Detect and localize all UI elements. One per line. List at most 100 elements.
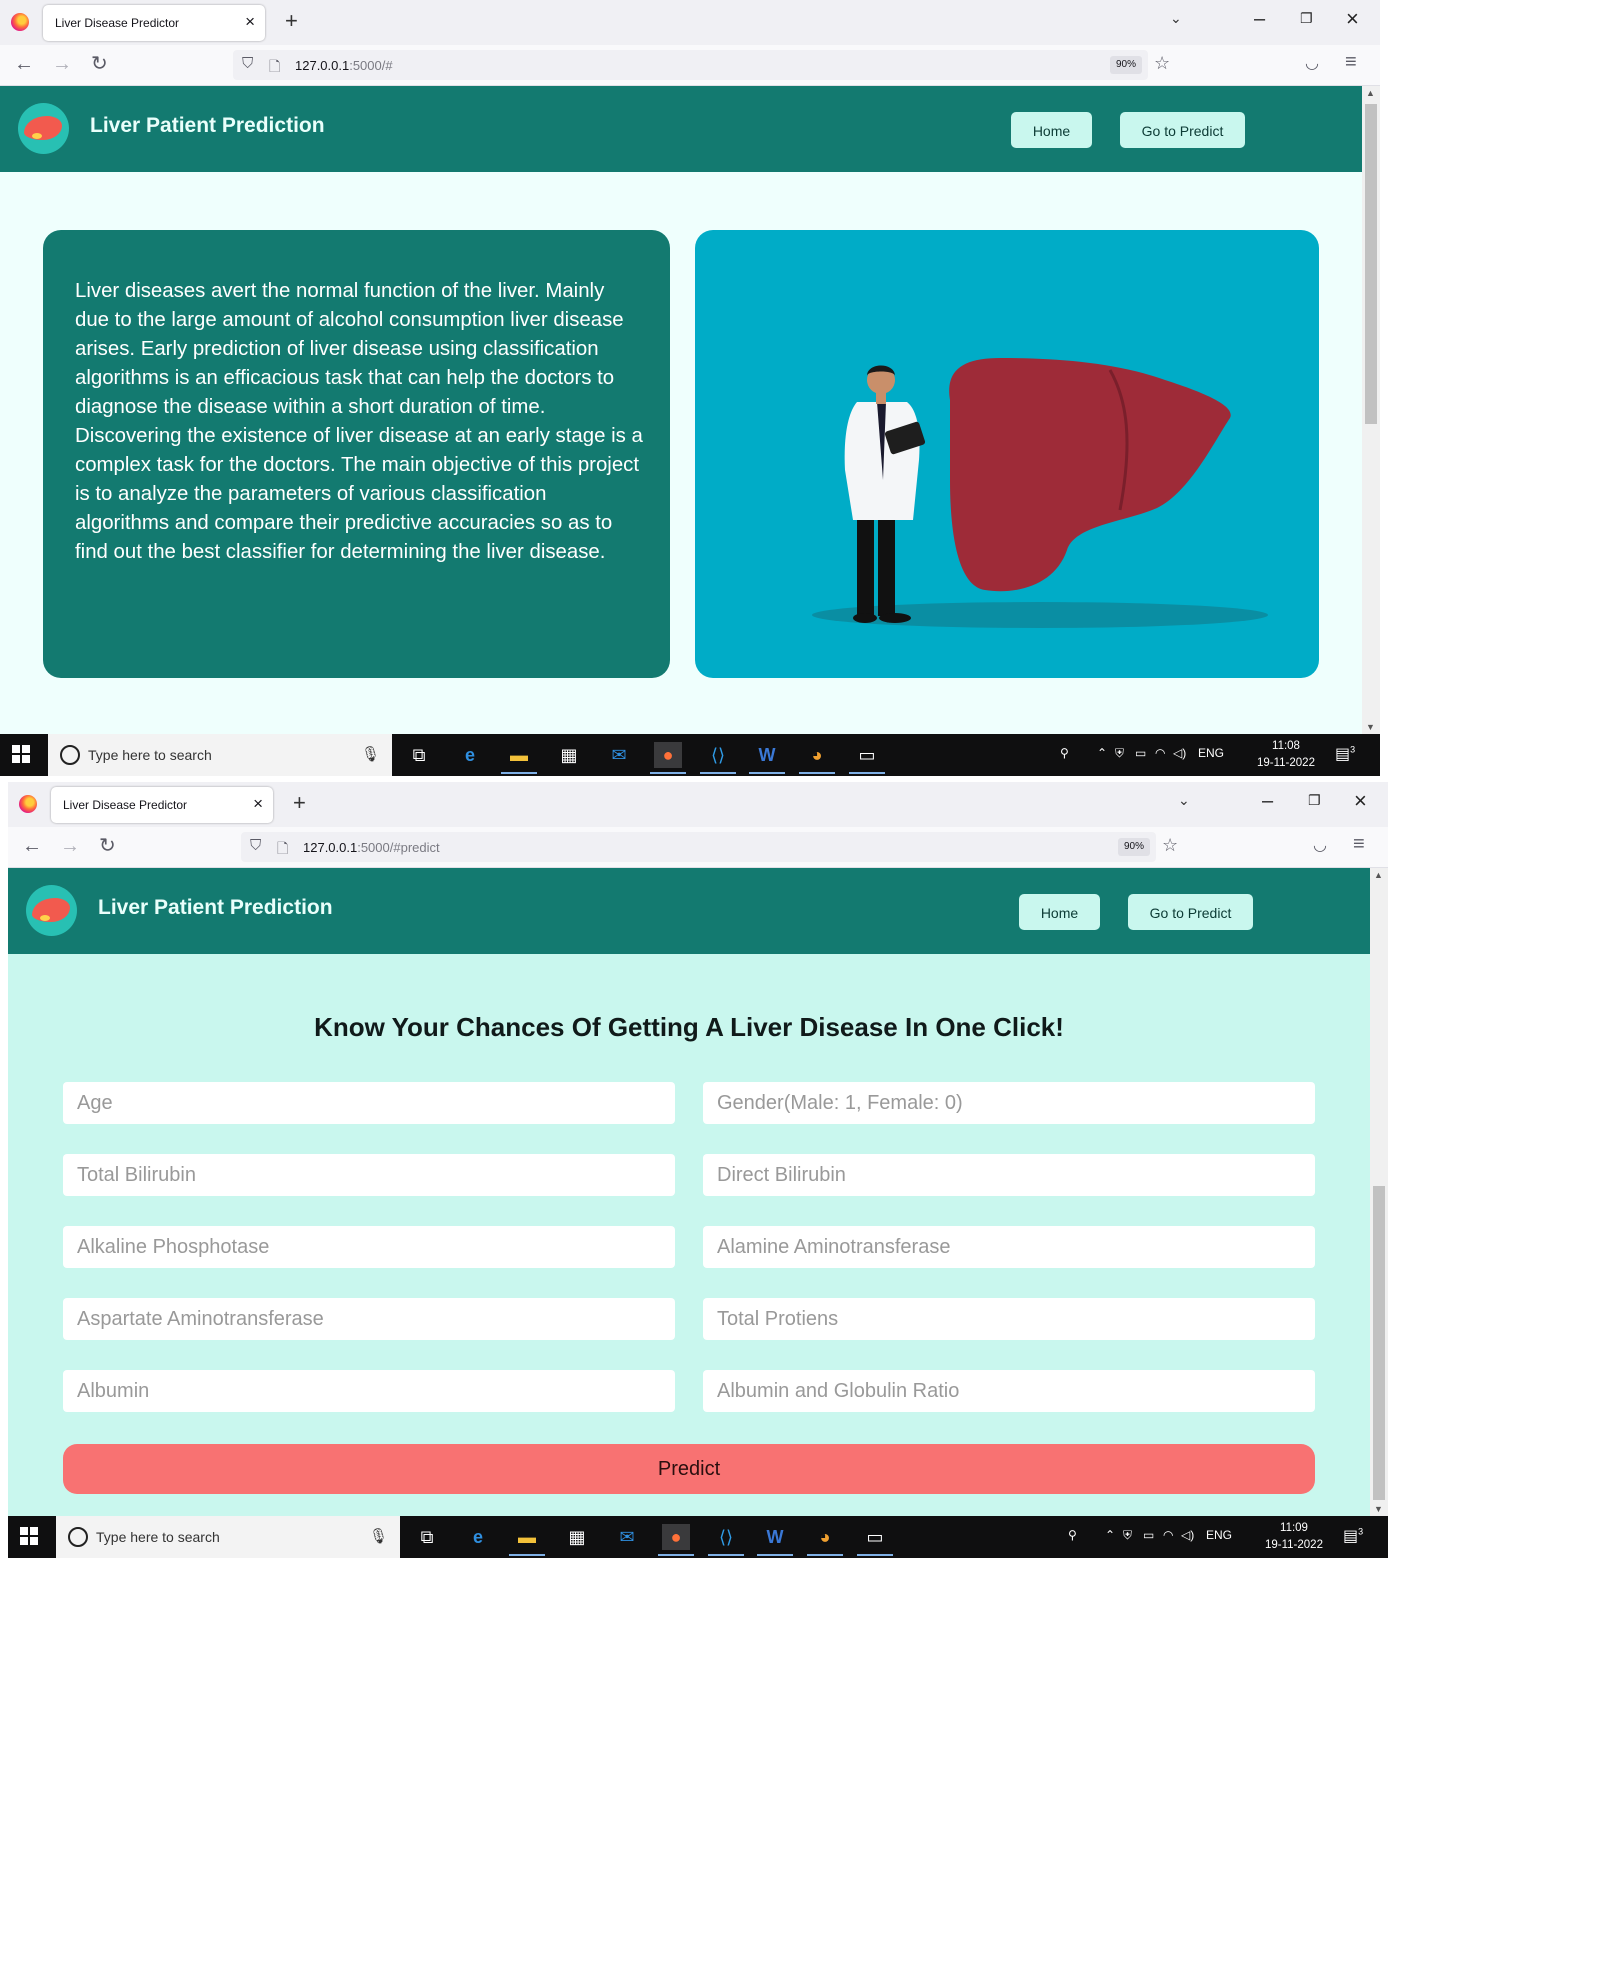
close-tab-icon[interactable]: × bbox=[245, 12, 255, 32]
total-bilirubin-input[interactable] bbox=[63, 1154, 675, 1196]
scroll-thumb[interactable] bbox=[1373, 1186, 1385, 1500]
volume-icon[interactable]: ◁) bbox=[1181, 1528, 1194, 1542]
page-scrollbar[interactable]: ▲ ▼ bbox=[1370, 868, 1388, 1516]
star-icon[interactable]: ☆ bbox=[1162, 835, 1178, 856]
taskbar-search[interactable]: Type here to search 🎙 bbox=[56, 1516, 400, 1558]
taskbar-search[interactable]: Type here to search 🎙 bbox=[48, 734, 392, 776]
forward-icon[interactable]: → bbox=[52, 53, 72, 75]
menu-icon[interactable]: ≡ bbox=[1353, 833, 1365, 856]
show-hidden-icons[interactable]: ⌃ bbox=[1105, 1528, 1115, 1542]
browser-tab[interactable]: Liver Disease Predictor × bbox=[43, 5, 265, 41]
home-button[interactable]: Home bbox=[1019, 894, 1100, 930]
security-icon[interactable]: ⛨ bbox=[1115, 746, 1124, 761]
volume-icon[interactable]: ◁) bbox=[1173, 746, 1186, 760]
notification-icon[interactable]: ▤3 bbox=[1343, 1526, 1363, 1546]
scroll-down-icon[interactable]: ▼ bbox=[1374, 1504, 1383, 1514]
firefox-taskbar-icon[interactable]: ● bbox=[650, 742, 686, 774]
mail-icon[interactable]: ✉ bbox=[613, 1524, 641, 1550]
mic-icon[interactable]: 🎙 bbox=[369, 1527, 388, 1545]
task-view-icon[interactable]: ⧉ bbox=[413, 1524, 441, 1550]
edge-icon[interactable]: e bbox=[456, 742, 484, 768]
language-indicator[interactable]: ENG bbox=[1206, 1528, 1232, 1542]
shield-icon[interactable]: ⛉ bbox=[242, 55, 253, 72]
url-bar[interactable]: ⛉ 🗋 127.0.0.1:5000/# 90% ☆ bbox=[233, 50, 1170, 80]
star-icon[interactable]: ☆ bbox=[1154, 53, 1170, 74]
edge-icon[interactable]: e bbox=[464, 1524, 492, 1550]
age-input[interactable] bbox=[63, 1082, 675, 1124]
shield-icon[interactable]: ⛉ bbox=[250, 837, 261, 854]
language-indicator[interactable]: ENG bbox=[1198, 746, 1224, 760]
zoom-level[interactable]: 90% bbox=[1118, 838, 1150, 856]
close-tab-icon[interactable]: × bbox=[253, 794, 263, 814]
close-window-button[interactable]: × bbox=[1354, 788, 1367, 814]
home-button[interactable]: Home bbox=[1011, 112, 1092, 148]
scroll-down-icon[interactable]: ▼ bbox=[1366, 722, 1375, 732]
direct-bilirubin-input[interactable] bbox=[703, 1154, 1315, 1196]
battery-icon[interactable]: ▭ bbox=[1143, 1528, 1154, 1542]
scroll-thumb[interactable] bbox=[1365, 104, 1377, 424]
pocket-icon[interactable]: ◡ bbox=[1305, 53, 1319, 73]
vscode-icon[interactable]: ⟨⟩ bbox=[708, 1524, 744, 1556]
paint-icon[interactable]: ◕ bbox=[799, 742, 835, 774]
vscode-icon[interactable]: ⟨⟩ bbox=[700, 742, 736, 774]
security-icon[interactable]: ⛨ bbox=[1123, 1528, 1132, 1543]
close-window-button[interactable]: × bbox=[1346, 6, 1359, 32]
list-tabs-icon[interactable]: ⌄ bbox=[1178, 792, 1190, 809]
file-explorer-icon[interactable]: ▬ bbox=[501, 742, 537, 774]
new-tab-button[interactable]: + bbox=[285, 8, 298, 34]
pocket-icon[interactable]: ◡ bbox=[1313, 835, 1327, 855]
menu-icon[interactable]: ≡ bbox=[1345, 51, 1357, 74]
reload-icon[interactable]: ↻ bbox=[99, 835, 116, 857]
store-icon[interactable]: ▦ bbox=[563, 1524, 591, 1550]
taskbar-clock[interactable]: 11:08 19-11-2022 bbox=[1252, 738, 1320, 772]
windows-start-icon[interactable] bbox=[12, 745, 30, 763]
people-icon[interactable]: ⚲ bbox=[1060, 746, 1069, 760]
scroll-up-icon[interactable]: ▲ bbox=[1374, 870, 1383, 880]
people-icon[interactable]: ⚲ bbox=[1068, 1528, 1077, 1542]
firefox-taskbar-icon[interactable]: ● bbox=[658, 1524, 694, 1556]
battery-icon[interactable]: ▭ bbox=[1135, 746, 1146, 760]
go-to-predict-button[interactable]: Go to Predict bbox=[1128, 894, 1253, 930]
gender-input[interactable] bbox=[703, 1082, 1315, 1124]
task-view-icon[interactable]: ⧉ bbox=[405, 742, 433, 768]
back-icon[interactable]: ← bbox=[14, 53, 34, 75]
restore-button[interactable]: ❐ bbox=[1300, 10, 1313, 27]
back-icon[interactable]: ← bbox=[22, 835, 42, 857]
list-tabs-icon[interactable]: ⌄ bbox=[1170, 10, 1182, 27]
windows-start-icon[interactable] bbox=[20, 1527, 38, 1545]
scroll-up-icon[interactable]: ▲ bbox=[1366, 88, 1375, 98]
browser-tab[interactable]: Liver Disease Predictor × bbox=[51, 787, 273, 823]
new-tab-button[interactable]: + bbox=[293, 790, 306, 816]
albumin-globulin-ratio-input[interactable] bbox=[703, 1370, 1315, 1412]
mail-icon[interactable]: ✉ bbox=[605, 742, 633, 768]
minimize-button[interactable]: – bbox=[1262, 790, 1273, 813]
file-explorer-icon[interactable]: ▬ bbox=[509, 1524, 545, 1556]
go-to-predict-button[interactable]: Go to Predict bbox=[1120, 112, 1245, 148]
aspartate-aminotransferase-input[interactable] bbox=[63, 1298, 675, 1340]
store-icon[interactable]: ▦ bbox=[555, 742, 583, 768]
alamine-aminotransferase-input[interactable] bbox=[703, 1226, 1315, 1268]
total-protiens-input[interactable] bbox=[703, 1298, 1315, 1340]
zoom-level[interactable]: 90% bbox=[1110, 56, 1142, 74]
restore-button[interactable]: ❐ bbox=[1308, 792, 1321, 809]
forward-icon[interactable]: → bbox=[60, 835, 80, 857]
wifi-icon[interactable]: ◠ bbox=[1155, 746, 1165, 760]
minimize-button[interactable]: – bbox=[1254, 8, 1265, 31]
taskbar-clock[interactable]: 11:09 19-11-2022 bbox=[1260, 1520, 1328, 1554]
terminal-icon[interactable]: ▭ bbox=[857, 1524, 893, 1556]
url-text[interactable]: 127.0.0.1:5000/# bbox=[295, 58, 393, 73]
url-text[interactable]: 127.0.0.1:5000/#predict bbox=[303, 840, 440, 855]
terminal-icon[interactable]: ▭ bbox=[849, 742, 885, 774]
albumin-input[interactable] bbox=[63, 1370, 675, 1412]
notification-icon[interactable]: ▤3 bbox=[1335, 744, 1355, 764]
url-bar[interactable]: ⛉ 🗋 127.0.0.1:5000/#predict 90% ☆ bbox=[241, 832, 1178, 862]
show-hidden-icons[interactable]: ⌃ bbox=[1097, 746, 1107, 760]
page-scrollbar[interactable]: ▲ ▼ bbox=[1362, 86, 1380, 734]
word-icon[interactable]: W bbox=[749, 742, 785, 774]
predict-button[interactable]: Predict bbox=[63, 1444, 1315, 1494]
mic-icon[interactable]: 🎙 bbox=[361, 745, 380, 763]
wifi-icon[interactable]: ◠ bbox=[1163, 1528, 1173, 1542]
reload-icon[interactable]: ↻ bbox=[91, 53, 108, 75]
alkaline-phosphotase-input[interactable] bbox=[63, 1226, 675, 1268]
word-icon[interactable]: W bbox=[757, 1524, 793, 1556]
